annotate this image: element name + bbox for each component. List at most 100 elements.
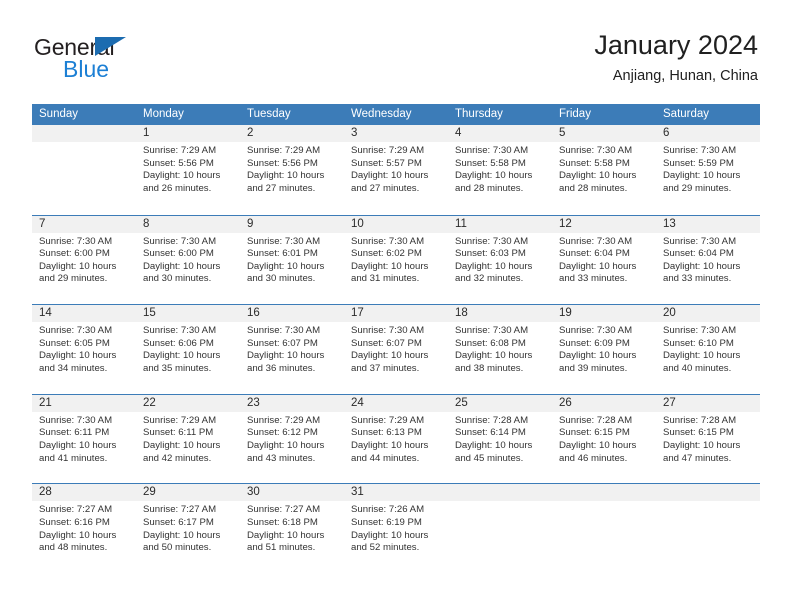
day-sun-info: Sunrise: 7:30 AM Sunset: 6:07 PM Daylight:… bbox=[344, 322, 448, 375]
calendar-day-cell[interactable]: 21 Sunrise: 7:30 AM Sunset: 6:11 PM Dayligh… bbox=[32, 394, 136, 484]
calendar-day-cell[interactable]: 1 Sunrise: 7:29 AM Sunset: 5:56 PM Daylight… bbox=[136, 125, 240, 215]
weekday-header-saturday: Saturday bbox=[663, 108, 710, 120]
day-number bbox=[448, 484, 552, 502]
day-sun-info: Sunrise: 7:30 AM Sunset: 6:05 PM Daylight:… bbox=[32, 322, 136, 375]
calendar-day-cell[interactable]: 16 Sunrise: 7:30 AM Sunset: 6:07 PM Dayligh… bbox=[240, 305, 344, 394]
daylight-duration-line2: and 29 minutes. bbox=[663, 182, 732, 194]
page-subtitle: Anjiang, Hunan, China bbox=[612, 68, 758, 84]
sunrise-time: Sunrise: 7:29 AM bbox=[143, 414, 217, 426]
sunrise-time: Sunrise: 7:30 AM bbox=[455, 325, 529, 337]
day-sun-info: Sunrise: 7:30 AM Sunset: 6:00 PM Daylight:… bbox=[136, 233, 240, 286]
daylight-duration-line1: Daylight: 10 hours bbox=[39, 439, 117, 451]
calendar-day-cell[interactable]: 22 Sunrise: 7:29 AM Sunset: 6:11 PM Dayligh… bbox=[136, 394, 240, 484]
sunset-time: Sunset: 6:12 PM bbox=[247, 427, 318, 439]
calendar-day-cell-empty bbox=[448, 484, 552, 573]
daylight-duration-line2: and 36 minutes. bbox=[247, 362, 316, 374]
day-number: 6 bbox=[656, 125, 760, 142]
day-number: 29 bbox=[136, 484, 240, 502]
calendar-day-cell[interactable]: 19 Sunrise: 7:30 AM Sunset: 6:09 PM Dayligh… bbox=[552, 305, 656, 394]
general-blue-logo[interactable]: General Blue bbox=[34, 34, 234, 86]
daylight-duration-line1: Daylight: 10 hours bbox=[351, 260, 429, 272]
daylight-duration-line1: Daylight: 10 hours bbox=[247, 439, 325, 451]
sunrise-time: Sunrise: 7:30 AM bbox=[663, 235, 737, 247]
sunset-time: Sunset: 5:58 PM bbox=[455, 157, 526, 169]
calendar-day-cell[interactable]: 7 Sunrise: 7:30 AM Sunset: 6:00 PM Daylight… bbox=[32, 215, 136, 305]
day-number: 27 bbox=[656, 394, 760, 412]
day-sun-info: Sunrise: 7:27 AM Sunset: 6:17 PM Daylight:… bbox=[136, 501, 240, 554]
day-sun-info: Sunrise: 7:30 AM Sunset: 6:02 PM Daylight:… bbox=[344, 233, 448, 286]
calendar-day-cell[interactable]: 10 Sunrise: 7:30 AM Sunset: 6:02 PM Dayligh… bbox=[344, 215, 448, 305]
calendar-day-cell[interactable]: 12 Sunrise: 7:30 AM Sunset: 6:04 PM Dayligh… bbox=[552, 215, 656, 305]
daylight-duration-line1: Daylight: 10 hours bbox=[143, 439, 221, 451]
daylight-duration-line1: Daylight: 10 hours bbox=[455, 439, 533, 451]
daylight-duration-line1: Daylight: 10 hours bbox=[143, 350, 221, 362]
sunrise-time: Sunrise: 7:30 AM bbox=[663, 325, 737, 337]
calendar-day-cell[interactable]: 28 Sunrise: 7:27 AM Sunset: 6:16 PM Dayligh… bbox=[32, 484, 136, 573]
day-sun-info: Sunrise: 7:30 AM Sunset: 6:06 PM Daylight:… bbox=[136, 322, 240, 375]
daylight-duration-line1: Daylight: 10 hours bbox=[351, 350, 429, 362]
calendar-day-cell[interactable]: 15 Sunrise: 7:30 AM Sunset: 6:06 PM Dayligh… bbox=[136, 305, 240, 394]
calendar-day-cell[interactable]: 31 Sunrise: 7:26 AM Sunset: 6:19 PM Dayligh… bbox=[344, 484, 448, 573]
daylight-duration-line2: and 26 minutes. bbox=[143, 182, 212, 194]
calendar-day-cell[interactable]: 25 Sunrise: 7:28 AM Sunset: 6:14 PM Dayligh… bbox=[448, 394, 552, 484]
day-sun-info: Sunrise: 7:30 AM Sunset: 6:08 PM Daylight:… bbox=[448, 322, 552, 375]
day-sun-info: Sunrise: 7:29 AM Sunset: 6:12 PM Daylight:… bbox=[240, 412, 344, 465]
calendar-day-cell[interactable]: 2 Sunrise: 7:29 AM Sunset: 5:56 PM Daylight… bbox=[240, 125, 344, 215]
day-sun-info: Sunrise: 7:28 AM Sunset: 6:15 PM Daylight:… bbox=[552, 412, 656, 465]
daylight-duration-line1: Daylight: 10 hours bbox=[663, 260, 741, 272]
calendar-day-cell[interactable]: 13 Sunrise: 7:30 AM Sunset: 6:04 PM Dayligh… bbox=[656, 215, 760, 305]
day-sun-info: Sunrise: 7:30 AM Sunset: 6:10 PM Daylight:… bbox=[656, 322, 760, 375]
day-number: 15 bbox=[136, 305, 240, 323]
calendar-day-cell[interactable]: 20 Sunrise: 7:30 AM Sunset: 6:10 PM Dayligh… bbox=[656, 305, 760, 394]
day-number: 10 bbox=[344, 215, 448, 233]
sunset-time: Sunset: 6:13 PM bbox=[351, 427, 422, 439]
sunrise-time: Sunrise: 7:27 AM bbox=[143, 504, 217, 516]
calendar-day-cell[interactable]: 27 Sunrise: 7:28 AM Sunset: 6:15 PM Dayligh… bbox=[656, 394, 760, 484]
daylight-duration-line2: and 43 minutes. bbox=[247, 452, 316, 464]
calendar-day-cell[interactable]: 6 Sunrise: 7:30 AM Sunset: 5:59 PM Daylight… bbox=[656, 125, 760, 215]
calendar-day-cell[interactable]: 5 Sunrise: 7:30 AM Sunset: 5:58 PM Daylight… bbox=[552, 125, 656, 215]
daylight-duration-line2: and 30 minutes. bbox=[247, 273, 316, 285]
sunrise-time: Sunrise: 7:30 AM bbox=[143, 325, 217, 337]
daylight-duration-line1: Daylight: 10 hours bbox=[351, 439, 429, 451]
calendar-day-cell[interactable]: 18 Sunrise: 7:30 AM Sunset: 6:08 PM Dayligh… bbox=[448, 305, 552, 394]
calendar-day-cell[interactable]: 29 Sunrise: 7:27 AM Sunset: 6:17 PM Dayligh… bbox=[136, 484, 240, 573]
daylight-duration-line2: and 30 minutes. bbox=[143, 273, 212, 285]
sunrise-time: Sunrise: 7:29 AM bbox=[247, 145, 321, 156]
calendar-day-cell[interactable]: 30 Sunrise: 7:27 AM Sunset: 6:18 PM Dayligh… bbox=[240, 484, 344, 573]
sunset-time: Sunset: 6:08 PM bbox=[455, 337, 526, 349]
sunrise-time: Sunrise: 7:30 AM bbox=[663, 145, 737, 156]
sunset-time: Sunset: 6:07 PM bbox=[351, 337, 422, 349]
calendar-day-cell[interactable]: 8 Sunrise: 7:30 AM Sunset: 6:00 PM Daylight… bbox=[136, 215, 240, 305]
daylight-duration-line1: Daylight: 10 hours bbox=[39, 350, 117, 362]
calendar-day-cell[interactable]: 4 Sunrise: 7:30 AM Sunset: 5:58 PM Daylight… bbox=[448, 125, 552, 215]
day-number: 24 bbox=[344, 394, 448, 412]
calendar-day-cell[interactable]: 11 Sunrise: 7:30 AM Sunset: 6:03 PM Dayligh… bbox=[448, 215, 552, 305]
sunset-time: Sunset: 6:00 PM bbox=[143, 248, 214, 260]
calendar-day-cell[interactable]: 14 Sunrise: 7:30 AM Sunset: 6:05 PM Dayligh… bbox=[32, 305, 136, 394]
day-number: 26 bbox=[552, 394, 656, 412]
day-number: 18 bbox=[448, 305, 552, 323]
daylight-duration-line2: and 41 minutes. bbox=[39, 452, 108, 464]
daylight-duration-line1: Daylight: 10 hours bbox=[559, 439, 637, 451]
daylight-duration-line2: and 47 minutes. bbox=[663, 452, 732, 464]
day-sun-info: Sunrise: 7:27 AM Sunset: 6:18 PM Daylight:… bbox=[240, 501, 344, 554]
daylight-duration-line2: and 27 minutes. bbox=[247, 182, 316, 194]
calendar-day-cell[interactable]: 9 Sunrise: 7:30 AM Sunset: 6:01 PM Daylight… bbox=[240, 215, 344, 305]
daylight-duration-line2: and 33 minutes. bbox=[559, 273, 628, 285]
calendar-day-cell[interactable]: 3 Sunrise: 7:29 AM Sunset: 5:57 PM Daylight… bbox=[344, 125, 448, 215]
sunset-time: Sunset: 6:09 PM bbox=[559, 337, 630, 349]
daylight-duration-line2: and 28 minutes. bbox=[559, 182, 628, 194]
daylight-duration-line1: Daylight: 10 hours bbox=[39, 260, 117, 272]
daylight-duration-line2: and 32 minutes. bbox=[455, 273, 524, 285]
calendar-day-cell[interactable]: 17 Sunrise: 7:30 AM Sunset: 6:07 PM Dayligh… bbox=[344, 305, 448, 394]
day-number: 3 bbox=[344, 125, 448, 142]
calendar-day-cell[interactable]: 23 Sunrise: 7:29 AM Sunset: 6:12 PM Dayligh… bbox=[240, 394, 344, 484]
sunset-time: Sunset: 6:02 PM bbox=[351, 248, 422, 260]
sunset-time: Sunset: 6:00 PM bbox=[39, 248, 110, 260]
day-number: 17 bbox=[344, 305, 448, 323]
sunset-time: Sunset: 6:03 PM bbox=[455, 248, 526, 260]
sunrise-time: Sunrise: 7:30 AM bbox=[559, 325, 633, 337]
calendar-day-cell[interactable]: 24 Sunrise: 7:29 AM Sunset: 6:13 PM Dayligh… bbox=[344, 394, 448, 484]
calendar-day-cell[interactable]: 26 Sunrise: 7:28 AM Sunset: 6:15 PM Dayligh… bbox=[552, 394, 656, 484]
